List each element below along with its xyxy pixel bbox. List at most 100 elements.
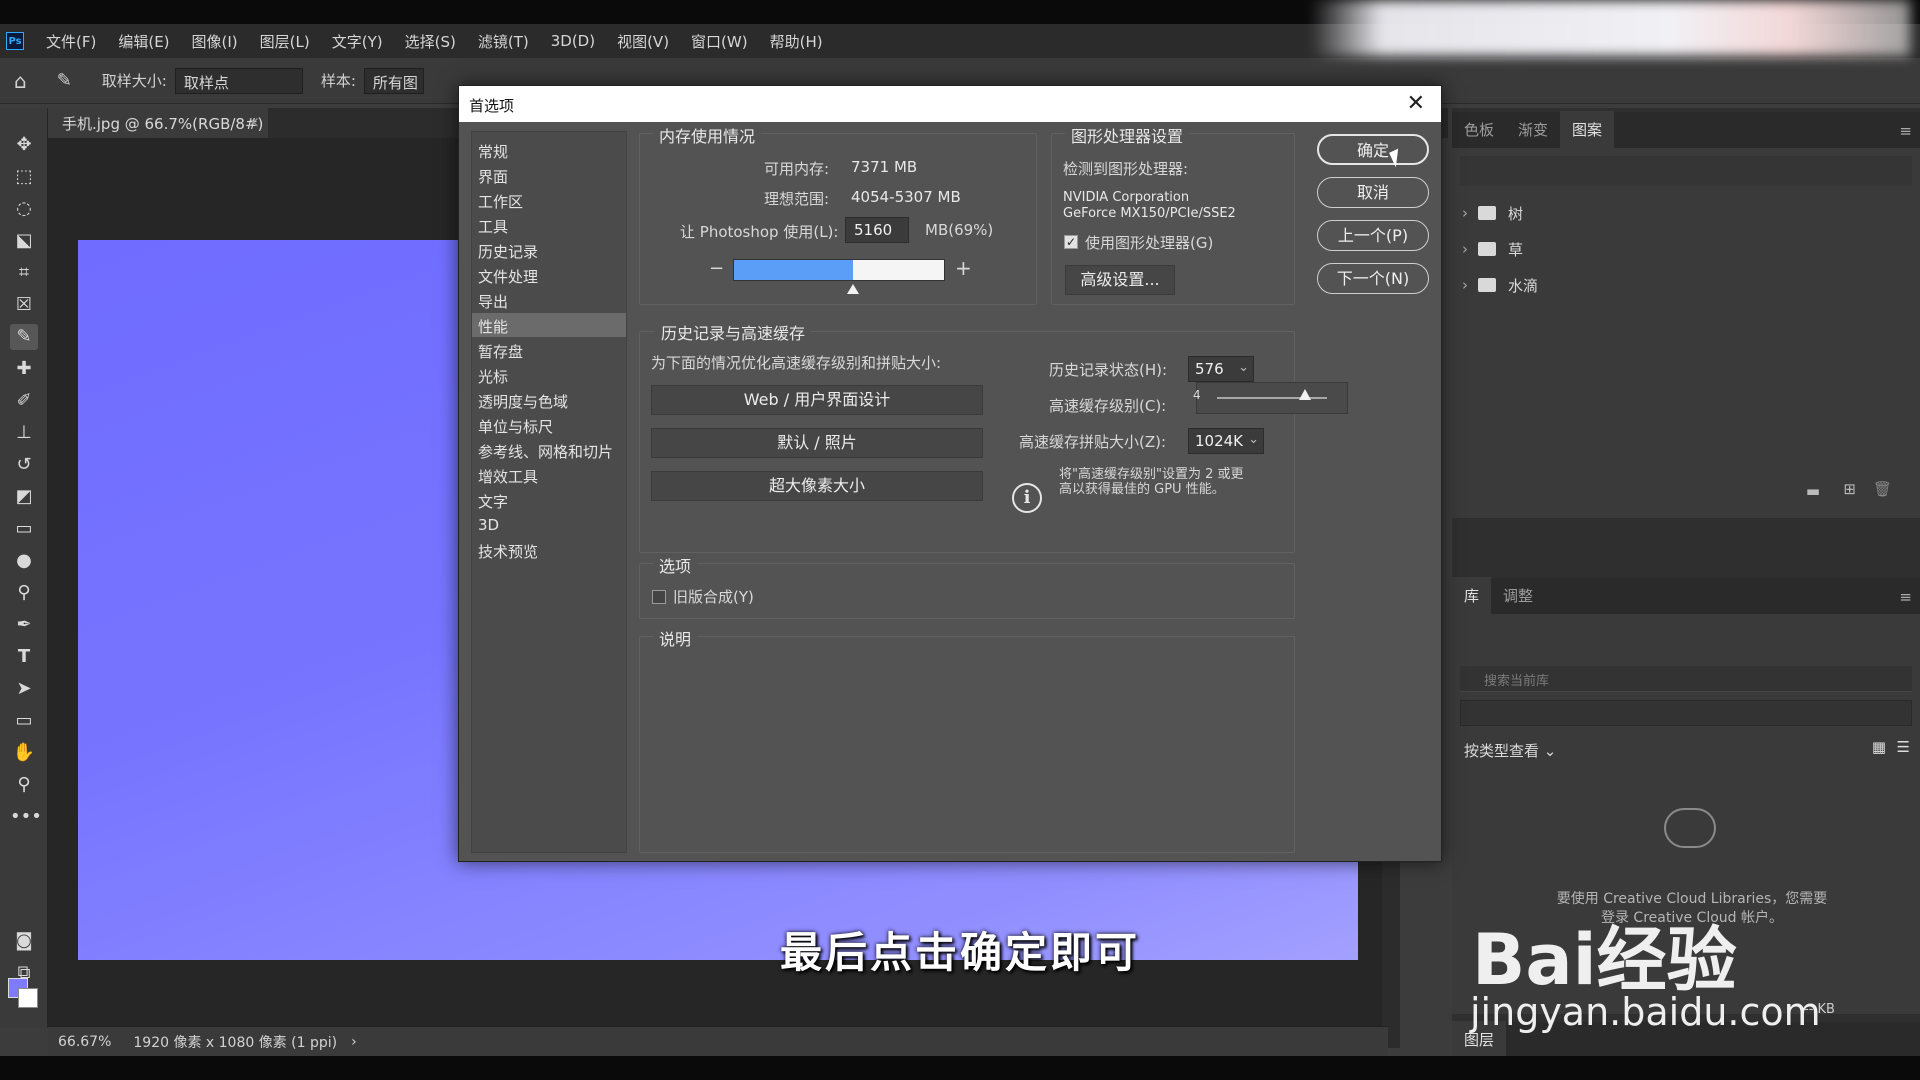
marquee-tool-icon[interactable]: ⬚ <box>10 164 38 190</box>
document-tab[interactable]: 手机.jpg @ 66.7%(RGB/8#) × <box>48 108 268 138</box>
category-item[interactable]: 工具 <box>472 213 626 237</box>
patterns-search-bar[interactable] <box>1460 156 1912 186</box>
library-select[interactable] <box>1460 700 1912 726</box>
memory-amount-input[interactable]: 5160 <box>845 217 909 243</box>
new-pattern-icon[interactable]: ⊞ <box>1843 480 1856 498</box>
zoom-level[interactable]: 66.67% <box>58 1034 111 1050</box>
home-icon[interactable]: ⌂ <box>14 69 27 93</box>
sample-size-select[interactable]: 取样点 <box>174 67 303 94</box>
ok-button[interactable]: 确定 <box>1317 134 1429 165</box>
menu-window[interactable]: 窗口(W) <box>691 31 748 52</box>
new-group-icon[interactable]: ▬ <box>1806 482 1820 500</box>
cache-tile-size-select[interactable]: 1024K ⌄ <box>1188 428 1264 454</box>
category-item[interactable]: 参考线、网格和切片 <box>472 438 626 462</box>
pattern-folder[interactable]: › 树 <box>1462 198 1902 228</box>
category-item[interactable]: 导出 <box>472 288 626 312</box>
zoom-tool-icon[interactable]: ⚲ <box>10 772 38 798</box>
lasso-tool-icon[interactable]: ◌ <box>10 196 38 222</box>
memory-slider-thumb[interactable] <box>847 284 859 294</box>
category-item[interactable]: 文件处理 <box>472 263 626 287</box>
background-color-swatch[interactable] <box>18 988 38 1008</box>
menu-view[interactable]: 视图(V) <box>617 31 669 52</box>
cancel-button[interactable]: 取消 <box>1317 177 1429 208</box>
tab-swatches[interactable]: 色板 <box>1452 119 1506 148</box>
more-tools-icon[interactable]: ••• <box>10 804 42 830</box>
default-photo-preset-button[interactable]: 默认 / 照片 <box>651 428 983 458</box>
move-tool-icon[interactable]: ✥ <box>10 132 38 158</box>
close-tab-icon[interactable]: × <box>247 113 260 131</box>
healing-brush-icon[interactable]: ✚ <box>10 356 38 382</box>
pattern-folder[interactable]: › 水滴 <box>1462 270 1902 300</box>
panel-menu-icon[interactable]: ≡ <box>1899 588 1912 614</box>
gpu-advanced-button[interactable]: 高级设置... <box>1065 265 1175 295</box>
history-brush-icon[interactable]: ↺ <box>10 452 38 478</box>
category-item[interactable]: 暂存盘 <box>472 338 626 362</box>
stamp-tool-icon[interactable]: ⊥ <box>10 420 38 446</box>
category-item[interactable]: 常规 <box>472 138 626 162</box>
menu-help[interactable]: 帮助(H) <box>770 31 823 52</box>
menu-image[interactable]: 图像(I) <box>192 31 238 52</box>
category-item[interactable]: 3D <box>472 513 626 537</box>
brush-tool-icon[interactable]: ✐ <box>10 388 38 414</box>
legacy-compositing-checkbox[interactable] <box>652 590 666 604</box>
status-arrow-icon[interactable]: › <box>351 1034 357 1050</box>
memory-slider[interactable] <box>733 259 945 281</box>
minus-icon[interactable]: − <box>709 258 724 279</box>
category-item-selected[interactable]: 性能 <box>472 313 626 337</box>
huge-pixel-preset-button[interactable]: 超大像素大小 <box>651 471 983 501</box>
status-bar: 66.67% 1920 像素 x 1080 像素 (1 ppi) › <box>48 1026 1388 1056</box>
category-item[interactable]: 光标 <box>472 363 626 387</box>
view-by-type-select[interactable]: 按类型查看 ⌄ <box>1464 740 1556 761</box>
crop-tool-icon[interactable]: ⌗ <box>10 260 38 286</box>
rectangle-tool-icon[interactable]: ▭ <box>10 708 38 734</box>
plus-icon[interactable]: + <box>955 256 972 280</box>
delete-icon[interactable]: 🗑 <box>1873 480 1892 498</box>
grid-view-icon[interactable]: ▦ <box>1872 738 1886 756</box>
cache-levels-slider[interactable]: 4 <box>1193 382 1348 414</box>
web-ui-preset-button[interactable]: Web / 用户界面设计 <box>651 385 983 415</box>
category-item[interactable]: 工作区 <box>472 188 626 212</box>
history-states-select[interactable]: 576 ⌄ <box>1188 356 1254 382</box>
object-select-tool-icon[interactable]: ⬕ <box>10 228 38 254</box>
category-item[interactable]: 文字 <box>472 488 626 512</box>
tab-adjustments[interactable]: 调整 <box>1491 585 1545 614</box>
eraser-tool-icon[interactable]: ◩ <box>10 484 38 510</box>
menu-select[interactable]: 选择(S) <box>405 31 456 52</box>
tab-gradients[interactable]: 渐变 <box>1506 119 1560 148</box>
next-button[interactable]: 下一个(N) <box>1317 263 1429 294</box>
eyedropper-tool-icon[interactable]: ✎ <box>10 324 38 350</box>
frame-tool-icon[interactable]: ☒ <box>10 292 38 318</box>
menu-edit[interactable]: 编辑(E) <box>118 31 169 52</box>
pen-tool-icon[interactable]: ✒ <box>10 612 38 638</box>
gradient-tool-icon[interactable]: ▭ <box>10 516 38 542</box>
previous-button[interactable]: 上一个(P) <box>1317 220 1429 251</box>
blur-tool-icon[interactable]: ● <box>10 548 38 574</box>
menu-file[interactable]: 文件(F) <box>46 31 96 52</box>
menu-layer[interactable]: 图层(L) <box>260 31 310 52</box>
dodge-tool-icon[interactable]: ⚲ <box>10 580 38 606</box>
category-item[interactable]: 单位与标尺 <box>472 413 626 437</box>
category-item[interactable]: 界面 <box>472 163 626 187</box>
library-search-input[interactable]: 搜索当前库 <box>1460 666 1912 692</box>
panel-menu-icon[interactable]: ≡ <box>1899 122 1912 148</box>
category-item[interactable]: 历史记录 <box>472 238 626 262</box>
type-tool-icon[interactable]: T <box>10 644 38 670</box>
category-item[interactable]: 透明度与色域 <box>472 388 626 412</box>
menu-type[interactable]: 文字(Y) <box>332 31 383 52</box>
tab-patterns[interactable]: 图案 <box>1560 111 1615 148</box>
sample-select[interactable]: 所有图 <box>363 67 424 94</box>
category-item[interactable]: 技术预览 <box>472 538 626 562</box>
close-icon[interactable]: ✕ <box>1407 90 1425 118</box>
category-list: 常规 界面 工作区 工具 历史记录 文件处理 导出 性能 暂存盘 光标 透明度与… <box>471 131 627 853</box>
cache-slider-thumb[interactable] <box>1299 389 1311 400</box>
menu-3d[interactable]: 3D(D) <box>551 32 595 50</box>
pattern-folder[interactable]: › 草 <box>1462 234 1902 264</box>
hand-tool-icon[interactable]: ✋ <box>10 740 38 766</box>
path-select-tool-icon[interactable]: ➤ <box>10 676 38 702</box>
eyedropper-tool-icon[interactable]: ✎ <box>57 70 72 91</box>
list-view-icon[interactable]: ☰ <box>1897 738 1910 756</box>
category-item[interactable]: 增效工具 <box>472 463 626 487</box>
menu-filter[interactable]: 滤镜(T) <box>478 31 529 52</box>
use-gpu-checkbox[interactable]: ✓ <box>1064 235 1078 249</box>
tab-libraries[interactable]: 库 <box>1452 577 1492 614</box>
